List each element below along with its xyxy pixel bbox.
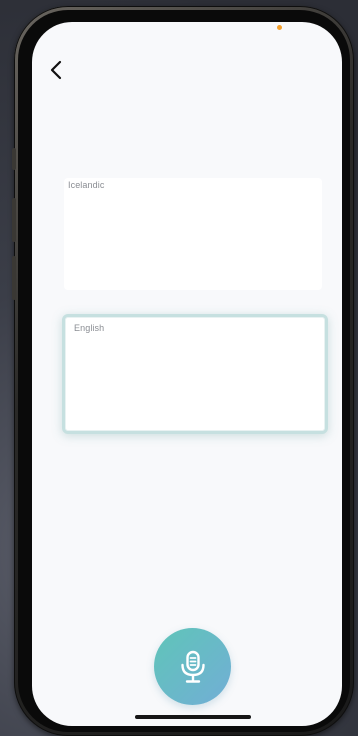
device-action-button	[12, 148, 16, 170]
microphone-icon	[180, 650, 205, 683]
home-indicator[interactable]	[135, 715, 251, 719]
source-language-label: Icelandic	[68, 180, 105, 190]
device-volume-down-button	[12, 256, 16, 300]
source-text-card[interactable]: Icelandic	[64, 178, 322, 290]
back-button[interactable]	[44, 56, 68, 84]
chevron-left-icon	[50, 60, 62, 80]
app-screen: Icelandic English	[32, 22, 342, 726]
device-volume-up-button	[12, 198, 16, 242]
target-language-label: English	[74, 323, 105, 333]
target-text-card[interactable]: English	[62, 314, 328, 434]
microphone-button[interactable]	[154, 628, 231, 705]
privacy-indicator-dot	[277, 25, 282, 30]
